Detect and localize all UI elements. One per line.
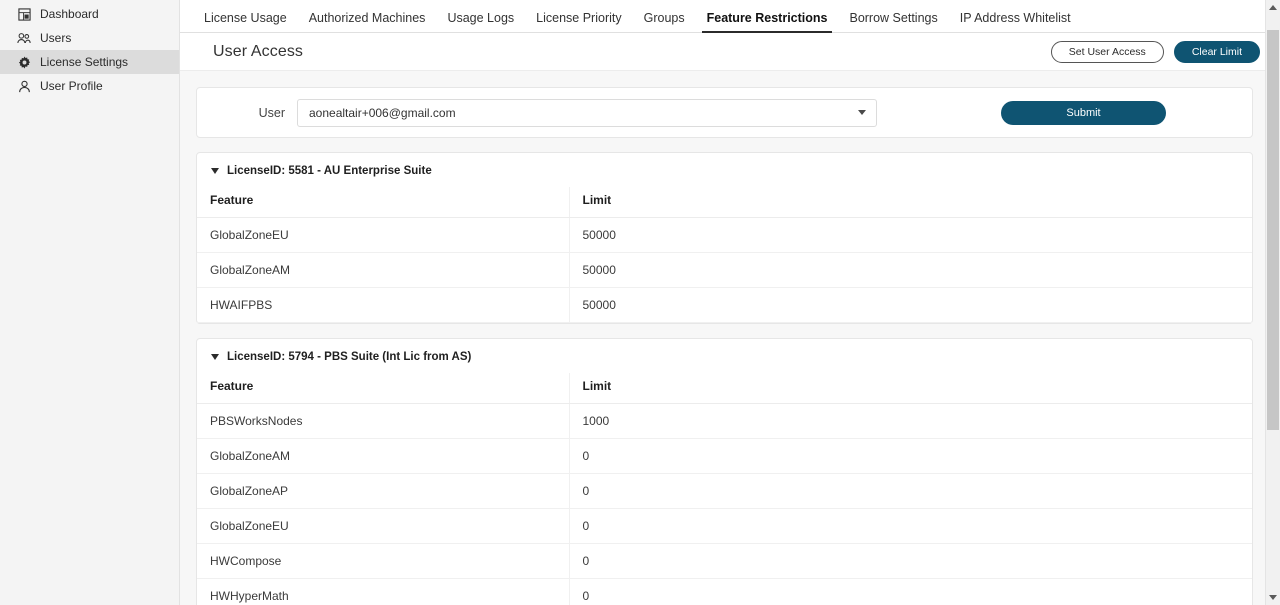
sidebar-item-label: Dashboard <box>40 7 99 21</box>
user-select[interactable]: aonealtair+006@gmail.com <box>297 98 877 127</box>
column-header-feature: Feature <box>197 373 569 404</box>
dashboard-icon <box>17 7 31 21</box>
cell-feature: HWHyperMath <box>197 578 569 605</box>
tab-feature-restrictions[interactable]: Feature Restrictions <box>696 11 839 33</box>
chevron-down-icon <box>858 110 866 115</box>
tab-license-priority[interactable]: License Priority <box>525 11 632 32</box>
caret-up-icon <box>1269 5 1277 10</box>
license-section-5794: LicenseID: 5794 - PBS Suite (Int Lic fro… <box>196 338 1253 605</box>
tab-groups[interactable]: Groups <box>633 11 696 32</box>
gear-icon <box>17 55 31 69</box>
table-row: HWHyperMath 0 <box>197 578 1252 605</box>
cell-limit: 0 <box>568 508 1252 544</box>
header-actions: Set User Access Clear Limit <box>1050 40 1260 63</box>
table-row: HWCompose 0 <box>197 543 1252 579</box>
caret-down-icon <box>211 354 219 360</box>
table-row: GlobalZoneAP 0 <box>197 473 1252 509</box>
scroll-down-button[interactable] <box>1266 590 1280 605</box>
sidebar: Dashboard Users License Settings User Pr… <box>0 0 180 605</box>
column-header-limit: Limit <box>568 187 1252 218</box>
vertical-scrollbar[interactable] <box>1265 0 1280 605</box>
tab-usage-logs[interactable]: Usage Logs <box>436 11 525 32</box>
table-row: GlobalZoneAM 0 <box>197 438 1252 474</box>
cell-limit: 0 <box>568 543 1252 579</box>
main-panel: License Usage Authorized Machines Usage … <box>180 0 1280 605</box>
submit-button[interactable]: Submit <box>1001 100 1166 125</box>
page-title: User Access <box>213 42 304 60</box>
table-row: HWAIFPBS 50000 <box>197 287 1252 323</box>
table-row: GlobalZoneEU 0 <box>197 508 1252 544</box>
table-header-row: Feature Limit <box>197 373 1252 404</box>
sidebar-item-label: Users <box>40 31 72 45</box>
feature-table: Feature Limit GlobalZoneEU 50000 GlobalZ… <box>197 187 1252 323</box>
sidebar-item-label: User Profile <box>40 79 103 93</box>
tab-license-usage[interactable]: License Usage <box>193 11 298 32</box>
cell-feature: HWCompose <box>197 543 569 579</box>
column-header-limit: Limit <box>568 373 1252 404</box>
set-user-access-button[interactable]: Set User Access <box>1050 40 1164 63</box>
table-row: GlobalZoneAM 50000 <box>197 252 1252 288</box>
user-field-label: User <box>258 105 285 120</box>
cell-feature: PBSWorksNodes <box>197 403 569 439</box>
column-header-feature: Feature <box>197 187 569 218</box>
license-section-title: LicenseID: 5581 - AU Enterprise Suite <box>227 165 432 177</box>
tab-borrow-settings[interactable]: Borrow Settings <box>838 11 948 32</box>
table-row: PBSWorksNodes 1000 <box>197 403 1252 439</box>
cell-feature: GlobalZoneAP <box>197 473 569 509</box>
license-section-title: LicenseID: 5794 - PBS Suite (Int Lic fro… <box>227 351 472 363</box>
cell-limit: 50000 <box>568 287 1252 323</box>
cell-feature: GlobalZoneEU <box>197 217 569 253</box>
caret-down-icon <box>1269 595 1277 600</box>
caret-down-icon <box>211 168 219 174</box>
license-section-header[interactable]: LicenseID: 5794 - PBS Suite (Int Lic fro… <box>197 339 1252 373</box>
cell-feature: HWAIFPBS <box>197 287 569 323</box>
cards-container: User aonealtair+006@gmail.com Submit Lic… <box>180 71 1280 605</box>
cell-limit: 50000 <box>568 217 1252 253</box>
user-selection-card: User aonealtair+006@gmail.com Submit <box>196 87 1253 138</box>
scrollbar-thumb[interactable] <box>1267 30 1279 430</box>
tab-ip-address-whitelist[interactable]: IP Address Whitelist <box>949 11 1082 32</box>
license-section-5581: LicenseID: 5581 - AU Enterprise Suite Fe… <box>196 152 1253 324</box>
sidebar-item-user-profile[interactable]: User Profile <box>0 74 179 98</box>
cell-feature: GlobalZoneAM <box>197 252 569 288</box>
table-row: GlobalZoneEU 50000 <box>197 217 1252 253</box>
clear-limit-button[interactable]: Clear Limit <box>1173 40 1260 63</box>
tab-bar: License Usage Authorized Machines Usage … <box>180 0 1280 33</box>
users-icon <box>17 31 31 45</box>
sidebar-item-label: License Settings <box>40 55 129 69</box>
cell-limit: 0 <box>568 578 1252 605</box>
sidebar-item-users[interactable]: Users <box>0 26 179 50</box>
cell-limit: 1000 <box>568 403 1252 439</box>
cell-feature: GlobalZoneEU <box>197 508 569 544</box>
license-section-header[interactable]: LicenseID: 5581 - AU Enterprise Suite <box>197 153 1252 187</box>
page-header: User Access Set User Access Clear Limit <box>180 33 1280 71</box>
table-header-row: Feature Limit <box>197 187 1252 218</box>
cell-feature: GlobalZoneAM <box>197 438 569 474</box>
scroll-up-button[interactable] <box>1266 0 1280 15</box>
person-icon <box>17 79 31 93</box>
sidebar-item-license-settings[interactable]: License Settings <box>0 50 179 74</box>
app-window: Dashboard Users License Settings User Pr… <box>0 0 1280 605</box>
cell-limit: 0 <box>568 473 1252 509</box>
sidebar-item-dashboard[interactable]: Dashboard <box>0 2 179 26</box>
tab-authorized-machines[interactable]: Authorized Machines <box>298 11 437 32</box>
cell-limit: 50000 <box>568 252 1252 288</box>
content-area: User Access Set User Access Clear Limit … <box>180 33 1280 605</box>
cell-limit: 0 <box>568 438 1252 474</box>
user-select-value: aonealtair+006@gmail.com <box>309 105 456 120</box>
feature-table: Feature Limit PBSWorksNodes 1000 GlobalZ… <box>197 373 1252 605</box>
